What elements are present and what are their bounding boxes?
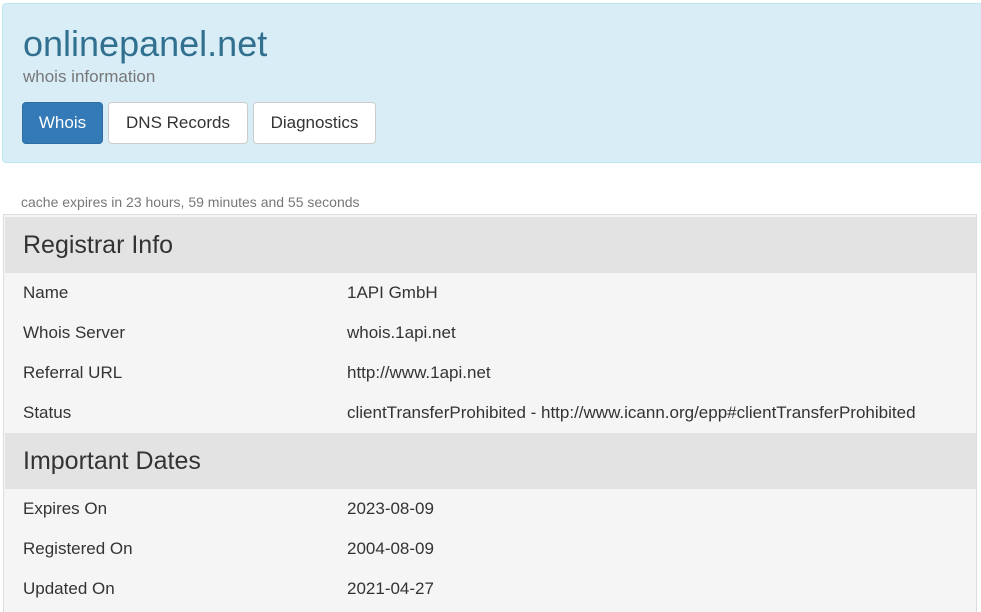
row-value: 2004-08-09 xyxy=(347,539,434,558)
row-value: clientTransferProhibited - http://www.ic… xyxy=(347,403,916,422)
whois-panel: Registrar Info Name 1API GmbH Whois Serv… xyxy=(3,214,977,612)
row-label: Updated On xyxy=(23,579,115,598)
row-value: whois.1api.net xyxy=(347,323,456,342)
row-expires-on: Expires On 2023-08-09 xyxy=(4,489,976,529)
row-value: 1API GmbH xyxy=(347,283,438,302)
section-heading-important-dates: Important Dates xyxy=(5,433,976,489)
tab-dns-records[interactable]: DNS Records xyxy=(108,102,248,144)
row-whois-server: Whois Server whois.1api.net xyxy=(4,313,976,353)
row-name: Name 1API GmbH xyxy=(4,273,976,313)
row-value: 2023-08-09 xyxy=(347,499,434,518)
row-registered-on: Registered On 2004-08-09 xyxy=(4,529,976,569)
row-status: Status clientTransferProhibited - http:/… xyxy=(4,393,976,433)
site-subtitle: whois information xyxy=(23,67,156,86)
row-updated-on: Updated On 2021-04-27 xyxy=(4,569,976,609)
row-label: Status xyxy=(23,403,72,422)
row-value: http://www.1api.net xyxy=(347,363,491,382)
header-jumbotron: onlinepanel.net whois information Whois … xyxy=(2,3,981,163)
row-label: Name xyxy=(23,283,69,302)
row-label: Referral URL xyxy=(23,363,123,382)
row-label: Registered On xyxy=(23,539,133,558)
row-referral-url: Referral URL http://www.1api.net xyxy=(4,353,976,393)
row-label: Whois Server xyxy=(23,323,126,342)
site-title: onlinepanel.net xyxy=(23,23,268,64)
row-value: 2021-04-27 xyxy=(347,579,434,598)
tab-diagnostics[interactable]: Diagnostics xyxy=(253,102,376,144)
row-label: Expires On xyxy=(23,499,108,518)
cache-expiry-note: cache expires in 23 hours, 59 minutes an… xyxy=(21,194,360,210)
tab-whois[interactable]: Whois xyxy=(22,102,103,144)
section-heading-registrar-info: Registrar Info xyxy=(5,217,976,273)
